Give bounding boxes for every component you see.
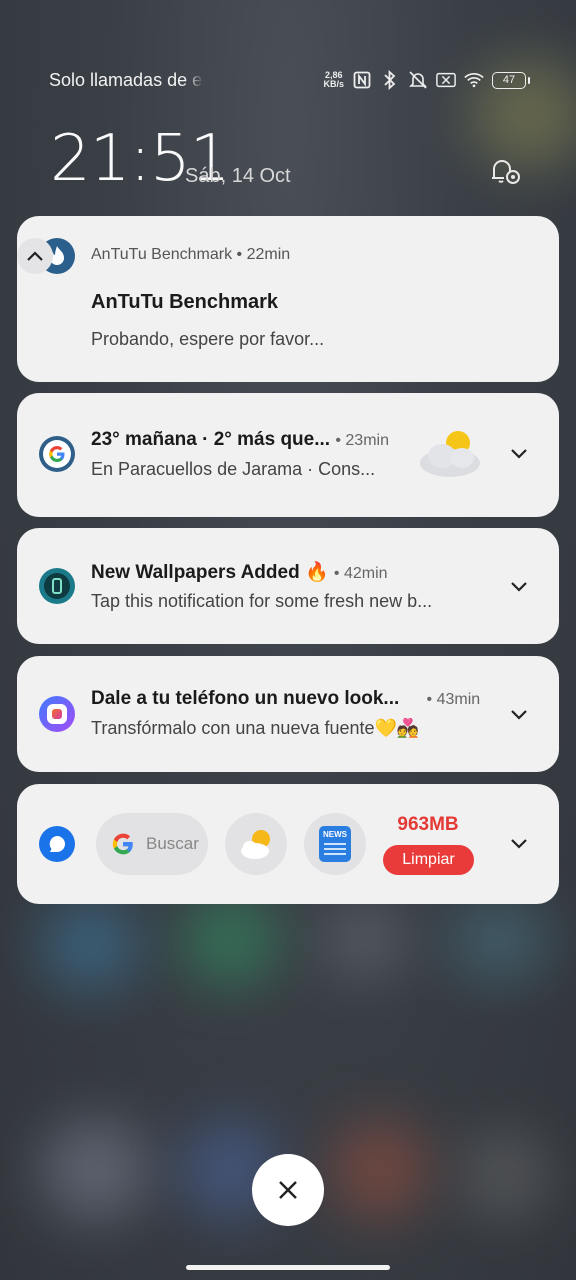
- notification-time: • 23min: [335, 432, 389, 449]
- news-icon: NEWS: [319, 826, 351, 862]
- notification-title-text: 23° mañana · 2° más que...: [91, 429, 331, 450]
- google-search-pill[interactable]: Buscar: [96, 813, 208, 875]
- notification-app-name: AnTuTu Benchmark: [91, 246, 233, 263]
- lockscreen-date: Sáb, 14 Oct: [185, 165, 291, 187]
- search-placeholder: Buscar: [146, 834, 199, 853]
- quick-widget-card: Buscar NEWS 963MB Limpiar: [17, 784, 559, 904]
- notification-wallpapers[interactable]: New Wallpapers Added 🔥 • 42min Tap this …: [17, 528, 559, 644]
- notification-title: 23° mañana · 2° más que... • 23min: [91, 429, 389, 451]
- status-icons: 2,86 KB/s 47: [323, 70, 530, 90]
- nfc-icon: [352, 70, 372, 90]
- notification-time: • 43min: [426, 691, 481, 708]
- assistant-app-icon: [39, 826, 75, 862]
- google-g-icon: [112, 833, 133, 855]
- notification-time: • 42min: [333, 565, 388, 582]
- notification-header: AnTuTu Benchmark • 22min: [91, 246, 290, 264]
- memory-value: 963MB: [397, 814, 459, 835]
- notification-body: Tap this notification for some fresh new…: [91, 591, 433, 611]
- notification-title: Dale a tu teléfono un nuevo look... • 43…: [91, 688, 480, 710]
- expand-button[interactable]: [501, 826, 537, 862]
- bluetooth-icon: [380, 70, 400, 90]
- collapse-button[interactable]: [17, 238, 53, 274]
- expand-button[interactable]: [501, 697, 537, 733]
- notification-title: New Wallpapers Added 🔥 • 42min: [91, 560, 388, 584]
- battery-icon: 47: [492, 71, 530, 89]
- notification-antutu[interactable]: AnTuTu Benchmark • 22min AnTuTu Benchmar…: [17, 216, 559, 382]
- no-sim-icon: [436, 70, 456, 90]
- notification-time: • 22min: [236, 246, 291, 263]
- notification-body: Probando, espere por favor...: [91, 329, 325, 349]
- mute-vibrate-icon: [408, 70, 428, 90]
- wifi-icon: [464, 70, 484, 90]
- network-speed-unit: KB/s: [323, 79, 344, 89]
- status-bar: Solo llamadas de emergencia 2,86 KB/s 47: [0, 64, 576, 100]
- expand-button[interactable]: [501, 436, 537, 472]
- notification-title-text: Dale a tu teléfono un nuevo look...: [91, 688, 400, 709]
- google-icon: [39, 436, 75, 472]
- news-shortcut[interactable]: NEWS: [304, 813, 366, 875]
- close-icon: [279, 1181, 297, 1199]
- notification-settings-icon[interactable]: [490, 156, 524, 188]
- chevron-up-icon: [27, 251, 43, 261]
- battery-level: 47: [502, 74, 516, 86]
- notification-themes[interactable]: Dale a tu teléfono un nuevo look... • 43…: [17, 656, 559, 772]
- expand-button[interactable]: [501, 569, 537, 605]
- chevron-down-icon: [511, 582, 527, 592]
- news-label: NEWS: [323, 830, 347, 839]
- partly-cloudy-icon: [241, 830, 270, 859]
- chevron-down-icon: [511, 839, 527, 849]
- carrier-label: Solo llamadas de emergencia: [49, 70, 204, 90]
- clear-all-button[interactable]: [252, 1154, 324, 1226]
- notification-body: Transfórmalo con una nueva fuente💛💑: [91, 718, 420, 738]
- notification-title: AnTuTu Benchmark: [91, 291, 279, 313]
- chevron-down-icon: [511, 710, 527, 720]
- chevron-down-icon: [511, 449, 527, 459]
- network-speed: 2,86 KB/s: [323, 71, 344, 89]
- notification-google-weather[interactable]: 23° mañana · 2° más que... • 23min En Pa…: [17, 393, 559, 517]
- walls-app-icon: [39, 568, 75, 604]
- partly-cloudy-icon: [412, 423, 482, 483]
- notification-body: En Paracuellos de Jarama · Cons...: [91, 459, 376, 479]
- notification-title-text: New Wallpapers Added 🔥: [91, 562, 329, 583]
- home-indicator[interactable]: [186, 1265, 390, 1270]
- weather-shortcut[interactable]: [225, 813, 287, 875]
- themes-app-icon: [39, 696, 75, 732]
- clean-button[interactable]: Limpiar: [383, 845, 474, 875]
